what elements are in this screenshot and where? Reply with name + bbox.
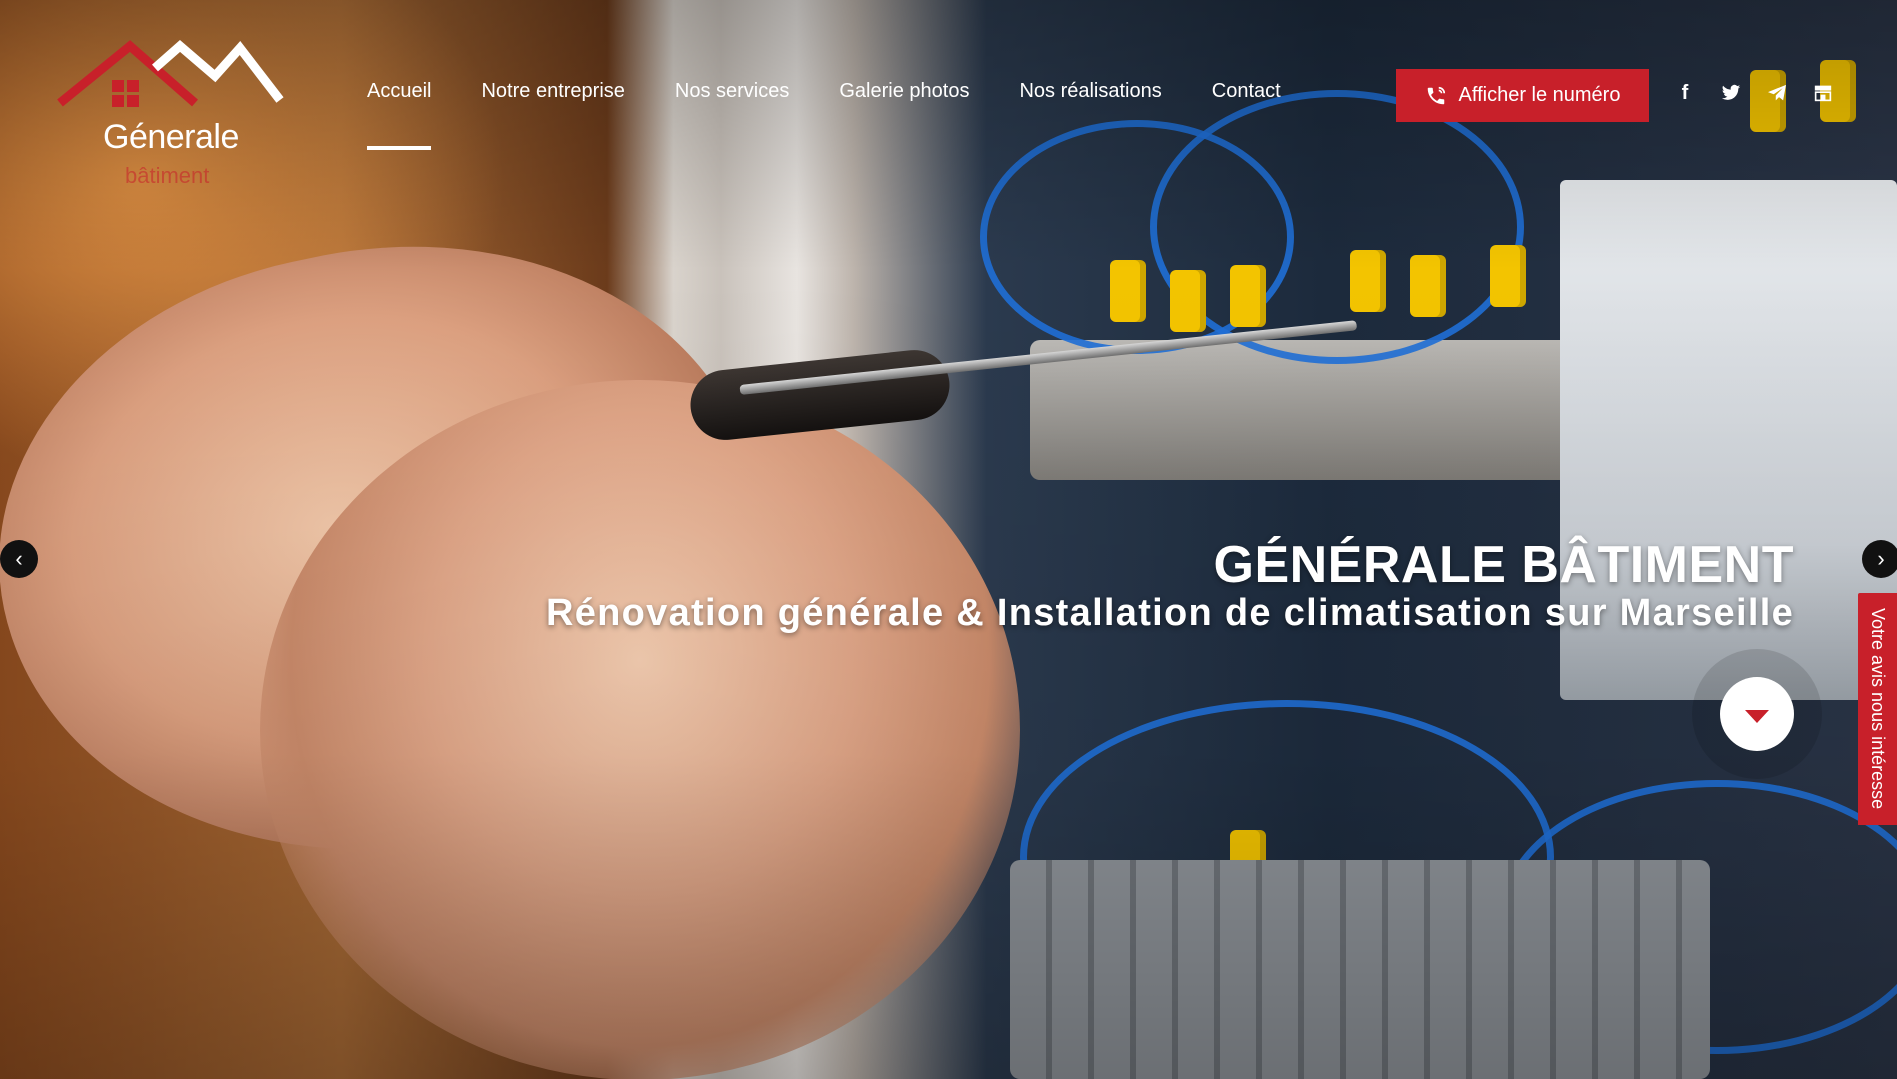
telegram-icon[interactable] (1764, 80, 1790, 106)
nav-item-contact[interactable]: Contact (1212, 80, 1281, 103)
show-phone-label: Afficher le numéro (1458, 84, 1621, 106)
twitter-icon[interactable] (1718, 80, 1744, 106)
nav-item-accueil[interactable]: Accueil (367, 80, 432, 150)
logo-name: Génerale (103, 118, 239, 156)
nav-item-services[interactable]: Nos services (675, 80, 789, 103)
hero-subtitle: Rénovation générale & Installation de cl… (545, 592, 1794, 634)
nav-item-realisations[interactable]: Nos réalisations (1019, 80, 1161, 103)
slider-prev-button[interactable]: ‹ (0, 540, 38, 578)
logo-tagline: bâtiment (125, 163, 210, 188)
main-nav: Accueil Notre entreprise Nos services Ga… (367, 80, 1331, 150)
nav-item-entreprise[interactable]: Notre entreprise (481, 80, 624, 103)
hero-title: GÉNÉRALE BÂTIMENT (1213, 536, 1794, 594)
scroll-down-button[interactable] (1720, 677, 1794, 751)
phone-icon (1427, 86, 1445, 104)
site-logo[interactable]: Génerale bâtiment (55, 38, 285, 188)
facebook-icon[interactable]: f (1672, 80, 1698, 106)
social-links: f (1672, 80, 1836, 106)
caret-down-icon (1745, 709, 1769, 723)
store-icon[interactable] (1810, 80, 1836, 106)
roof-logo-icon (57, 40, 284, 107)
slider-next-button[interactable]: › (1862, 540, 1897, 578)
nav-item-galerie[interactable]: Galerie photos (839, 80, 969, 103)
feedback-tab[interactable]: Votre avis nous intéresse (1858, 593, 1897, 825)
show-phone-button[interactable]: Afficher le numéro (1396, 69, 1649, 122)
